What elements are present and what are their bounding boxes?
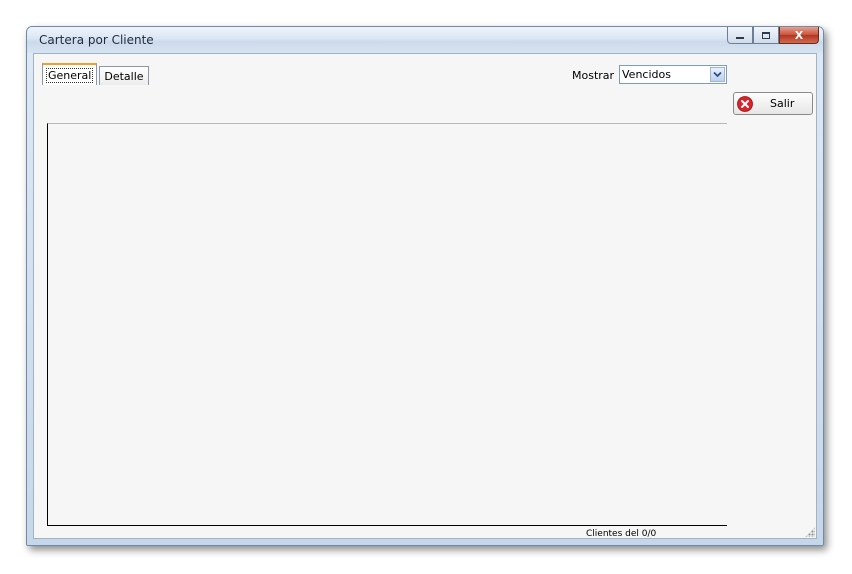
tab-general-label: General [45, 67, 94, 83]
mostrar-label: Mostrar [572, 69, 615, 82]
maximize-button[interactable] [753, 27, 779, 44]
minimize-button[interactable] [727, 27, 753, 44]
resize-grip[interactable] [805, 527, 815, 537]
chevron-down-icon [713, 71, 722, 78]
salir-label: Salir [770, 97, 795, 110]
tab-general[interactable]: General [42, 63, 98, 85]
window-title: Cartera por Cliente [39, 33, 154, 47]
cartera-grid-panel[interactable] [47, 123, 727, 526]
tab-detalle-label: Detalle [104, 69, 144, 83]
mostrar-dropdown-button[interactable] [710, 67, 725, 82]
maximize-icon [762, 31, 770, 39]
screen: Cartera por Cliente X General Detalle Mo… [0, 0, 852, 574]
mostrar-selected-value: Vencidos [622, 68, 671, 81]
tab-detalle[interactable]: Detalle [99, 66, 149, 85]
caption-buttons: X [727, 27, 819, 45]
clientes-status-label: Clientes del [586, 529, 639, 539]
client-area: General Detalle Mostrar Vencidos Salir C… [33, 53, 817, 539]
minimize-icon [736, 37, 744, 39]
mostrar-select[interactable]: Vencidos [619, 65, 727, 84]
clientes-status: Clientes del 0/0 [586, 529, 656, 539]
salir-button[interactable]: Salir [733, 92, 813, 115]
clientes-status-value: 0/0 [641, 529, 657, 539]
tab-strip: General Detalle [42, 63, 151, 85]
error-x-icon [737, 96, 753, 112]
close-icon: X [794, 28, 804, 42]
close-button[interactable]: X [779, 27, 819, 44]
title-bar[interactable]: Cartera por Cliente X [27, 27, 823, 53]
cartera-window: Cartera por Cliente X General Detalle Mo… [26, 26, 824, 546]
